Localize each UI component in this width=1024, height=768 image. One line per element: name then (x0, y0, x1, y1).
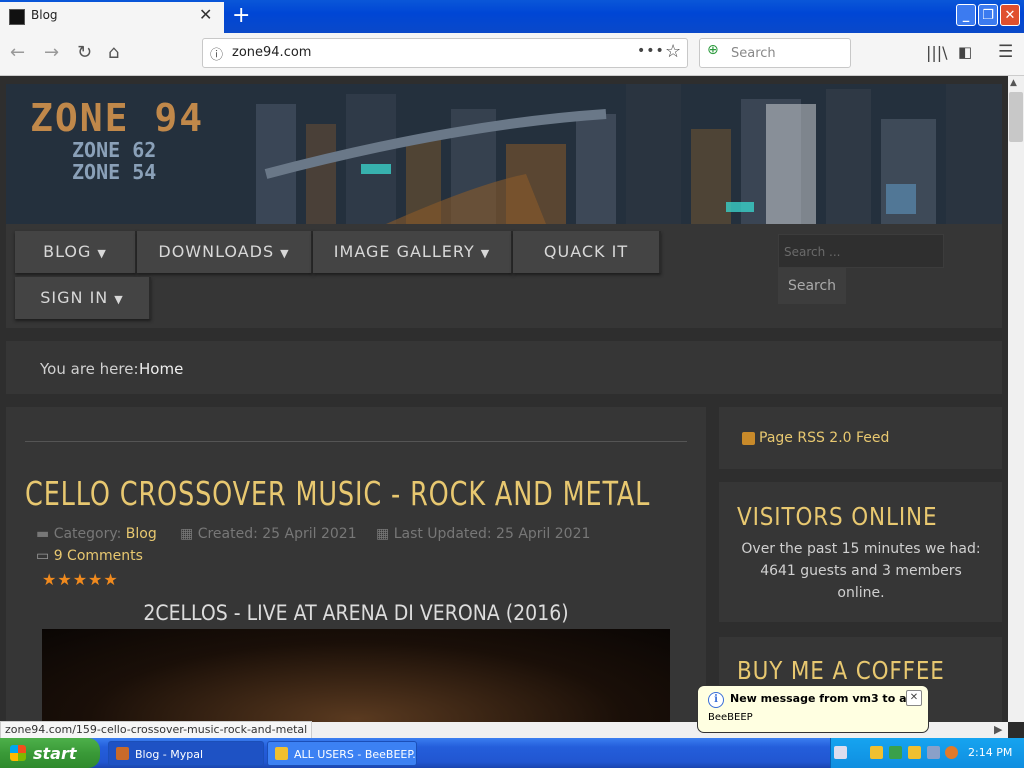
browser-search-placeholder: Search (731, 46, 776, 61)
chevron-down-icon: ▼ (280, 247, 290, 260)
windows-logo-icon (10, 745, 26, 761)
rating-stars[interactable]: ★★★★★ (42, 570, 119, 589)
chevron-down-icon: ▼ (97, 247, 107, 260)
coffee-title: BUY ME A COFFEE (737, 656, 945, 685)
calendar-icon: ▦ (180, 526, 198, 542)
site-search-placeholder: Search ... (784, 245, 841, 259)
menu-item-label: BLOG (43, 242, 92, 261)
favicon-icon (9, 9, 25, 25)
home-icon[interactable]: ⌂ (108, 42, 119, 63)
beebeep-tray-icon[interactable] (908, 746, 921, 759)
calendar-icon: ▦ (376, 526, 394, 542)
scroll-up-icon[interactable]: ▲ (1010, 78, 1017, 88)
menu-item-sign-in[interactable]: SIGN IN ▼ (15, 277, 151, 319)
logo-subtitle-1: ZONE 62 (72, 138, 157, 162)
breadcrumb-label: You are here: (40, 360, 139, 378)
breadcrumb-home-link[interactable]: Home (139, 360, 183, 378)
clock[interactable]: 2:14 PM (968, 746, 1012, 759)
visitors-text: Over the past 15 minutes we had: 4641 gu… (741, 541, 981, 601)
video-player[interactable] (42, 629, 670, 729)
site-search-button[interactable]: Search (778, 268, 846, 304)
library-icon[interactable]: |||\ (926, 43, 948, 62)
visitors-title: VISITORS ONLINE (737, 502, 938, 531)
folder-icon: ▬ (36, 526, 54, 542)
shield-icon[interactable] (870, 746, 883, 759)
hamburger-menu-icon[interactable]: ☰ (998, 42, 1013, 62)
settings-tray-icon[interactable] (927, 746, 940, 759)
menu-item-downloads[interactable]: DOWNLOADS ▼ (137, 231, 313, 273)
menu-item-label: QUACK IT (543, 242, 629, 261)
page-actions-icon[interactable]: ••• (637, 43, 665, 59)
category-link[interactable]: Blog (126, 526, 157, 542)
rss-feed-link[interactable]: Page RSS 2.0 Feed (759, 430, 889, 446)
back-icon[interactable]: ← (10, 42, 25, 63)
beebeep-icon (275, 747, 288, 760)
created-date: Created: 25 April 2021 (197, 526, 357, 542)
menu-item-label: DOWNLOADS (158, 242, 275, 261)
video-title: 2CELLOS - LIVE AT ARENA DI VERONA (2016) (143, 601, 569, 625)
keyboard-icon[interactable] (834, 746, 847, 759)
vertical-scrollbar[interactable] (1008, 76, 1024, 722)
info-icon[interactable]: ⓘ (210, 44, 223, 63)
reload-icon[interactable]: ↻ (77, 42, 92, 63)
updated-date: Last Updated: 25 April 2021 (393, 526, 591, 542)
close-icon[interactable]: ✕ (906, 690, 922, 706)
search-tray-icon[interactable] (945, 746, 958, 759)
comments-link[interactable]: ▭ 9 Comments (36, 548, 143, 564)
menu-item-label: IMAGE GALLERY (333, 242, 475, 261)
bookmark-star-icon[interactable]: ☆ (665, 41, 681, 62)
notification-title: New message from vm3 to all (730, 692, 915, 705)
start-label: start (33, 744, 77, 763)
notification-text: BeeBEEP (708, 712, 753, 723)
tab-title: Blog (31, 8, 58, 22)
site-logo[interactable]: ZONE 94 (30, 96, 204, 140)
divider (25, 441, 687, 442)
created-meta: ▦ Created: 25 April 2021 (180, 526, 357, 542)
taskbar-item-mypal[interactable]: Blog - Mypal (108, 741, 264, 766)
comment-icon: ▭ (36, 548, 54, 564)
taskbar-item-beebeep[interactable]: ALL USERS - BeeBEEP... (267, 741, 417, 766)
vertical-scroll-thumb[interactable] (1009, 92, 1023, 142)
forward-icon[interactable]: → (44, 42, 59, 63)
sidebar-icon[interactable]: ◧ (958, 43, 972, 61)
info-icon: i (708, 692, 724, 708)
category-label: Category: (53, 526, 122, 542)
minimize-button[interactable]: _ (956, 4, 976, 26)
maximize-button[interactable]: ❐ (978, 4, 998, 26)
chevron-down-icon: ▼ (114, 293, 124, 306)
comments-count[interactable]: 9 Comments (54, 548, 143, 564)
search-engine-icon[interactable]: ⊕ (707, 42, 719, 58)
new-tab-button[interactable]: + (232, 3, 250, 28)
mypal-icon (116, 747, 129, 760)
rss-icon (742, 432, 755, 445)
menu-item-quack-it[interactable]: QUACK IT (513, 231, 661, 273)
network-icon[interactable] (889, 746, 902, 759)
logo-subtitle-2: ZONE 54 (72, 160, 157, 184)
menu-item-image-gallery[interactable]: IMAGE GALLERY ▼ (313, 231, 513, 273)
menu-item-blog[interactable]: BLOG ▼ (15, 231, 137, 273)
tab-close-icon[interactable]: ✕ (199, 5, 212, 24)
chevron-down-icon: ▼ (480, 247, 491, 260)
close-window-button[interactable]: ✕ (1000, 4, 1020, 26)
article-title[interactable]: CELLO CROSSOVER MUSIC - ROCK AND METAL (25, 474, 650, 513)
updated-meta: ▦ Last Updated: 25 April 2021 (376, 526, 590, 542)
menu-item-label: SIGN IN (40, 288, 109, 307)
url-text[interactable]: zone94.com (232, 45, 311, 60)
scroll-right-icon[interactable]: ▶ (994, 723, 1002, 736)
category-meta: ▬ Category: Blog (36, 526, 157, 542)
